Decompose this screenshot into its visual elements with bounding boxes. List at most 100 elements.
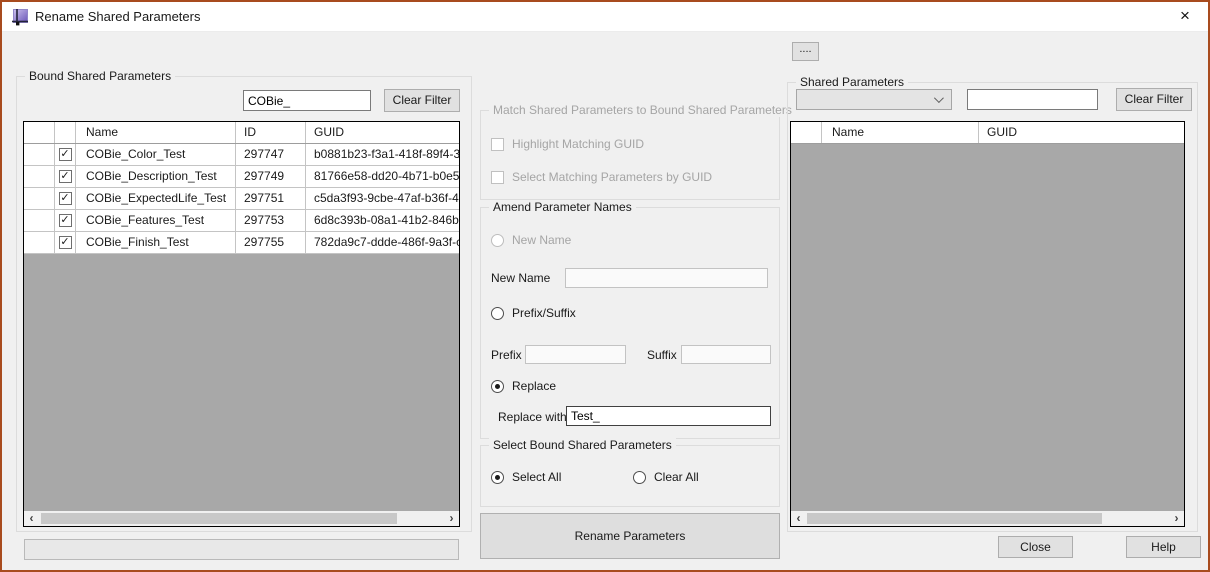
new-name-input [565,268,768,288]
bound-group-label: Bound Shared Parameters [25,69,176,83]
table-row[interactable]: ✓ COBie_Description_Test 297749 81766e58-dd… [24,166,459,188]
select-matching-guid-row: Select Matching Parameters by GUID [491,170,712,184]
prefix-suffix-radio[interactable] [491,306,504,320]
scroll-right-icon[interactable]: › [1169,511,1184,526]
shared-parameters-table: Name GUID ‹ › [790,121,1185,527]
row-selector-cell[interactable] [24,166,55,188]
scroll-left-icon[interactable]: ‹ [24,511,39,526]
row-checkbox-cell[interactable]: ✓ [55,210,76,232]
row-id-cell: 297751 [236,188,306,210]
close-button[interactable]: Close [998,536,1073,558]
new-name-field-label: New Name [491,271,551,285]
bound-filter-input[interactable] [243,90,371,111]
select-all-label: Select All [512,470,562,484]
row-checkbox-cell[interactable]: ✓ [55,188,76,210]
row-selector-cell[interactable] [24,232,55,254]
help-button[interactable]: Help [1126,536,1201,558]
shared-table-hscrollbar[interactable]: ‹ › [791,511,1184,526]
header-guid: GUID [987,125,1017,139]
row-checkbox[interactable]: ✓ [58,214,72,227]
table-empty-area [791,144,1184,511]
header-name: Name [76,122,236,143]
row-checkbox-cell[interactable]: ✓ [55,144,76,166]
table-row[interactable]: ✓ COBie_Finish_Test 297755 782da9c7-ddde-48… [24,232,459,254]
row-selector-cell[interactable] [24,210,55,232]
rename-shared-parameters-dialog: Rename Shared Parameters × Bound Shared … [0,0,1210,572]
scroll-left-icon[interactable]: ‹ [791,511,806,526]
row-checkbox-cell[interactable]: ✓ [55,232,76,254]
row-name-cell: COBie_Description_Test [76,166,236,188]
row-name-cell: COBie_Color_Test [76,144,236,166]
new-name-radio [491,233,504,247]
row-guid-cell: 81766e58-dd20-4b71-b0e5-09d [306,166,459,188]
amend-parameter-names-group: Amend Parameter Names New Name New Name … [480,200,780,439]
replace-radio-label: Replace [512,379,557,393]
select-all-radio-row[interactable]: Select All [491,470,561,484]
shared-clear-filter-button[interactable]: Clear Filter [1116,88,1192,111]
select-matching-guid-label: Select Matching Parameters by GUID [512,170,713,184]
row-checkbox-cell[interactable]: ✓ [55,166,76,188]
bound-table-hscrollbar[interactable]: ‹ › [24,511,459,526]
header-name: Name [822,122,979,143]
amend-group-label: Amend Parameter Names [489,200,636,214]
row-selector-cell[interactable] [24,144,55,166]
highlight-matching-guid-checkbox [491,137,504,151]
match-parameters-group: Match Shared Parameters to Bound Shared … [480,103,796,200]
select-group-label: Select Bound Shared Parameters [489,438,676,452]
row-checkbox[interactable]: ✓ [58,148,72,161]
prefix-suffix-radio-label: Prefix/Suffix [512,306,576,320]
highlight-matching-guid-row: Highlight Matching GUID [491,137,644,151]
row-name-cell: COBie_ExpectedLife_Test [76,188,236,210]
prefix-input [525,345,626,364]
suffix-label: Suffix [647,348,677,362]
clear-all-label: Clear All [654,470,699,484]
select-matching-guid-checkbox [491,170,504,184]
bound-shared-parameters-group: Bound Shared Parameters Clear Filter Nam… [16,69,472,532]
title-bar: Rename Shared Parameters × [2,2,1208,32]
prefix-suffix-radio-row[interactable]: Prefix/Suffix [491,306,576,320]
row-guid-cell: c5da3f93-9cbe-47af-b36f-4a49 [306,188,459,210]
replace-radio[interactable] [491,379,504,393]
row-id-cell: 297753 [236,210,306,232]
bound-parameters-table: Name ID GUID ✓ COBie_Color_Test 297747 b088… [23,121,460,527]
highlight-matching-guid-label: Highlight Matching GUID [512,137,645,151]
header-row-selector [24,122,55,143]
new-name-radio-label: New Name [512,233,572,247]
select-all-radio[interactable] [491,470,504,484]
close-icon[interactable]: × [1162,2,1208,32]
shared-group-label: Shared Parameters [796,75,909,89]
table-row[interactable]: ✓ COBie_Features_Test 297753 6d8c393b-08a1-… [24,210,459,232]
bound-params-table-body: ✓ COBie_Color_Test 297747 b0881b23-f3a1-418… [24,144,459,254]
shared-parameters-dropdown[interactable] [796,89,952,110]
bound-table-header: Name ID GUID [24,122,459,144]
scroll-right-icon[interactable]: › [444,511,459,526]
row-checkbox[interactable]: ✓ [58,170,72,183]
bound-clear-filter-button[interactable]: Clear Filter [384,89,460,112]
shared-filter-input[interactable] [967,89,1098,110]
match-group-label: Match Shared Parameters to Bound Shared … [489,103,796,117]
replace-with-input[interactable] [566,406,771,426]
clear-all-radio-row[interactable]: Clear All [633,470,699,484]
table-empty-area [24,254,459,511]
row-checkbox[interactable]: ✓ [58,192,72,205]
row-selector-cell[interactable] [24,188,55,210]
progress-bar [24,539,459,560]
scrollbar-thumb[interactable] [41,513,397,524]
row-checkbox[interactable]: ✓ [58,236,72,249]
header-checkbox [55,122,76,143]
scrollbar-thumb[interactable] [807,513,1102,524]
shared-parameters-group: Shared Parameters Clear Filter Name GUID… [787,75,1198,532]
suffix-input [681,345,771,364]
table-row[interactable]: ✓ COBie_ExpectedLife_Test 297751 c5da3f93-9… [24,188,459,210]
row-guid-cell: b0881b23-f3a1-418f-89f4-38ef9 [306,144,459,166]
replace-with-label: Replace with: [498,410,571,424]
app-icon [12,9,28,26]
header-guid: GUID [314,125,344,139]
browse-shared-parameters-button[interactable]: .... [792,42,819,61]
table-row[interactable]: ✓ COBie_Color_Test 297747 b0881b23-f3a1-418… [24,144,459,166]
rename-parameters-button[interactable]: Rename Parameters [480,513,780,559]
clear-all-radio[interactable] [633,470,646,484]
row-name-cell: COBie_Features_Test [76,210,236,232]
row-id-cell: 297747 [236,144,306,166]
replace-radio-row[interactable]: Replace [491,379,556,393]
